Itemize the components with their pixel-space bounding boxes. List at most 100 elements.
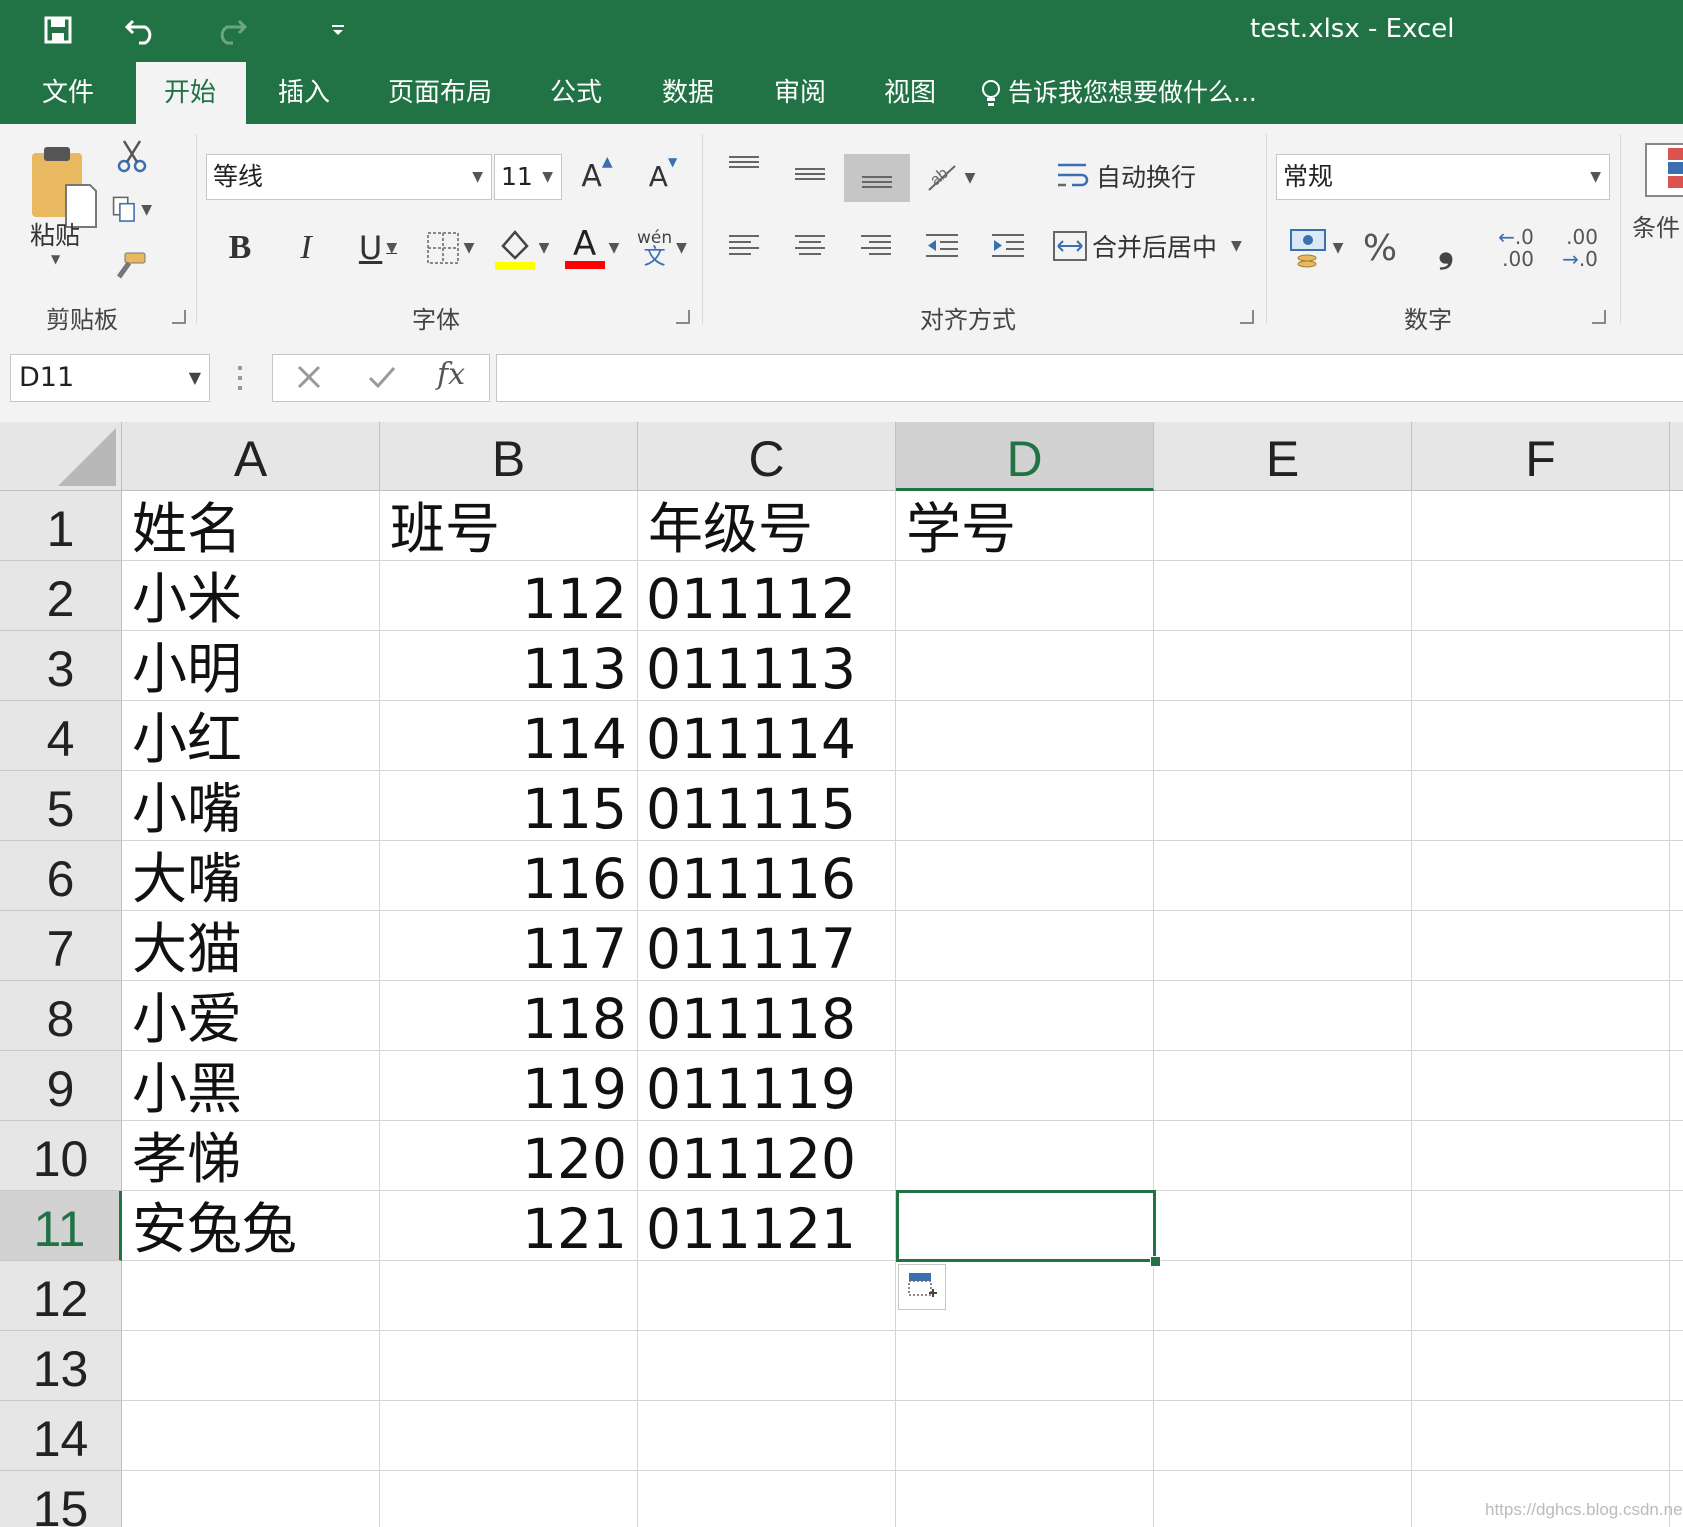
cell-d6[interactable] (896, 841, 1154, 911)
column-header-a[interactable]: A (122, 422, 380, 491)
cell-d9[interactable] (896, 1051, 1154, 1121)
formula-input[interactable] (496, 354, 1683, 402)
tab-home[interactable]: 开始 (136, 62, 246, 124)
cut-icon[interactable] (114, 138, 150, 174)
cell-b9[interactable]: 119 (380, 1051, 638, 1121)
row-header[interactable]: 6 (0, 841, 122, 911)
cell-a13[interactable] (122, 1331, 380, 1401)
cell-f1[interactable] (1412, 491, 1670, 561)
cell-f5[interactable] (1412, 771, 1670, 841)
clipboard-launcher-icon[interactable] (172, 310, 186, 324)
cell-f10[interactable] (1412, 1121, 1670, 1191)
cell-f12[interactable] (1412, 1261, 1670, 1331)
cell-g1[interactable] (1670, 491, 1683, 561)
cell-b2[interactable]: 112 (380, 561, 638, 631)
cell-c7[interactable]: 011117 (638, 911, 896, 981)
row-header[interactable]: 15 (0, 1471, 122, 1527)
row-header[interactable]: 9 (0, 1051, 122, 1121)
accounting-format-icon[interactable]: ▼ (1284, 222, 1348, 274)
save-icon[interactable] (38, 10, 78, 50)
cell-c8[interactable]: 011118 (638, 981, 896, 1051)
borders-icon[interactable]: ▼ (420, 224, 480, 272)
column-header-b[interactable]: B (380, 422, 638, 491)
format-painter-icon[interactable] (112, 248, 152, 284)
cell-b8[interactable]: 118 (380, 981, 638, 1051)
align-right-icon[interactable] (856, 226, 896, 266)
row-header[interactable]: 12 (0, 1261, 122, 1331)
cell-d3[interactable] (896, 631, 1154, 701)
cell-g7[interactable] (1670, 911, 1683, 981)
cell-g8[interactable] (1670, 981, 1683, 1051)
cell-b15[interactable] (380, 1471, 638, 1527)
row-header[interactable]: 2 (0, 561, 122, 631)
tab-insert[interactable]: 插入 (256, 62, 352, 124)
merge-center-button[interactable]: 合并后居中 ▼ (1052, 222, 1252, 270)
cell-g13[interactable] (1670, 1331, 1683, 1401)
cell-a10[interactable]: 孝悌 (122, 1121, 380, 1191)
cell-d7[interactable] (896, 911, 1154, 981)
top-align-icon[interactable] (724, 148, 764, 178)
cell-c13[interactable] (638, 1331, 896, 1401)
paste-options-button[interactable] (898, 1264, 946, 1310)
cell-b1[interactable]: 班号 (380, 491, 638, 561)
cell-a5[interactable]: 小嘴 (122, 771, 380, 841)
column-header-e[interactable]: E (1154, 422, 1412, 491)
cell-g6[interactable] (1670, 841, 1683, 911)
copy-icon[interactable]: ▼ (112, 192, 152, 228)
cell-e4[interactable] (1154, 701, 1412, 771)
cell-f3[interactable] (1412, 631, 1670, 701)
decrease-indent-icon[interactable] (922, 226, 962, 266)
tab-file[interactable]: 文件 (20, 62, 116, 124)
cell-b13[interactable] (380, 1331, 638, 1401)
cell-d8[interactable] (896, 981, 1154, 1051)
row-header[interactable]: 14 (0, 1401, 122, 1471)
cell-f2[interactable] (1412, 561, 1670, 631)
cell-b10[interactable]: 120 (380, 1121, 638, 1191)
cell-e6[interactable] (1154, 841, 1412, 911)
font-name-combo[interactable]: 等线 ▼ (206, 154, 492, 200)
column-header-g[interactable] (1670, 422, 1683, 491)
cell-e13[interactable] (1154, 1331, 1412, 1401)
row-header[interactable]: 4 (0, 701, 122, 771)
row-header[interactable]: 3 (0, 631, 122, 701)
cell-g5[interactable] (1670, 771, 1683, 841)
conditional-formatting-icon[interactable] (1644, 142, 1683, 198)
tab-page-layout[interactable]: 页面布局 (366, 62, 514, 124)
cell-d1[interactable]: 学号 (896, 491, 1154, 561)
increase-font-icon[interactable]: A ▲ (576, 152, 618, 200)
cell-c15[interactable] (638, 1471, 896, 1527)
cell-g3[interactable] (1670, 631, 1683, 701)
redo-icon[interactable] (210, 10, 250, 50)
cell-a9[interactable]: 小黑 (122, 1051, 380, 1121)
name-box[interactable]: D11 ▼ (10, 354, 210, 402)
comma-style-icon[interactable]: ❟ (1424, 222, 1468, 274)
cell-c9[interactable]: 011119 (638, 1051, 896, 1121)
cell-e3[interactable] (1154, 631, 1412, 701)
number-format-combo[interactable]: 常规 ▼ (1276, 154, 1610, 200)
fill-handle[interactable] (1150, 1256, 1161, 1267)
cell-f13[interactable] (1412, 1331, 1670, 1401)
cell-e8[interactable] (1154, 981, 1412, 1051)
cell-b6[interactable]: 116 (380, 841, 638, 911)
tab-data[interactable]: 数据 (640, 62, 736, 124)
row-header[interactable]: 7 (0, 911, 122, 981)
cell-g14[interactable] (1670, 1401, 1683, 1471)
cell-c12[interactable] (638, 1261, 896, 1331)
cell-e12[interactable] (1154, 1261, 1412, 1331)
cell-b5[interactable]: 115 (380, 771, 638, 841)
cell-g2[interactable] (1670, 561, 1683, 631)
cell-e7[interactable] (1154, 911, 1412, 981)
column-header-f[interactable]: F (1412, 422, 1670, 491)
column-header-c[interactable]: C (638, 422, 896, 491)
cell-g4[interactable] (1670, 701, 1683, 771)
cell-e11[interactable] (1154, 1191, 1412, 1261)
increase-decimal-icon[interactable]: ←.0 .00 (1488, 218, 1544, 278)
tab-formulas[interactable]: 公式 (528, 62, 624, 124)
underline-icon[interactable]: U ▼ (350, 224, 406, 272)
cell-a12[interactable] (122, 1261, 380, 1331)
middle-align-icon[interactable] (790, 160, 830, 190)
increase-indent-icon[interactable] (988, 226, 1028, 266)
cell-f7[interactable] (1412, 911, 1670, 981)
cell-b7[interactable]: 117 (380, 911, 638, 981)
cell-c6[interactable]: 011116 (638, 841, 896, 911)
